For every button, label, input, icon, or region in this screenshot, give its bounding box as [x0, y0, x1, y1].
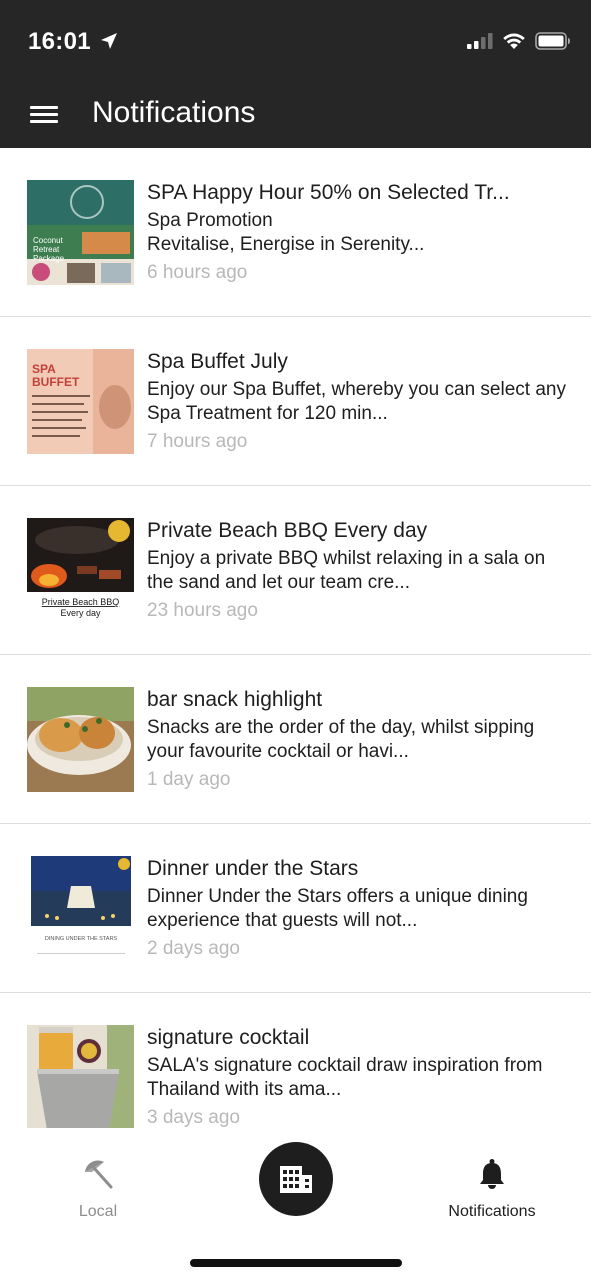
location-arrow-icon	[100, 33, 117, 49]
notification-item-spa-happy-hour[interactable]: Coconut Retreat Package SPA Happy Hour 5…	[0, 148, 591, 317]
page-title: Notifications	[92, 96, 256, 129]
notification-thumbnail: Coconut Retreat Package	[27, 180, 134, 285]
center-home-button[interactable]	[259, 1142, 333, 1216]
notification-item-spa-buffet[interactable]: SPA BUFFET Spa Buffet July Enjoy our Spa…	[0, 317, 591, 486]
notification-title: signature cocktail	[147, 1026, 310, 1049]
app-bar: Notifications	[0, 80, 591, 148]
notification-title: Spa Buffet July	[147, 350, 288, 373]
notification-time: 2 days ago	[147, 938, 240, 959]
notification-time: 23 hours ago	[147, 600, 258, 621]
wifi-icon	[503, 33, 525, 49]
notification-body: Snacks are the order of the day, whilst …	[147, 717, 535, 762]
hamburger-menu-icon[interactable]	[26, 100, 62, 130]
notification-time: 3 days ago	[147, 1107, 240, 1128]
notification-thumbnail: SPA BUFFET	[27, 349, 134, 454]
notification-body: Enjoy our Spa Buffet, whereby you can se…	[147, 379, 566, 424]
tab-local[interactable]: Local	[58, 1158, 138, 1221]
notification-thumbnail: DINING UNDER THE STARS	[27, 856, 134, 961]
status-bar: 16:01	[0, 0, 591, 80]
status-time: 16:01	[28, 28, 118, 56]
notification-title: Dinner under the Stars	[147, 857, 359, 880]
bell-icon	[480, 1159, 504, 1189]
notification-list[interactable]: Coconut Retreat Package SPA Happy Hour 5…	[0, 148, 591, 1128]
beach-umbrella-icon	[85, 1160, 113, 1189]
notification-body: Spa Promotion Revitalise, Energise in Se…	[147, 210, 425, 255]
notification-body: Dinner Under the Stars offers a unique d…	[147, 886, 528, 931]
thumbnail-caption: Package	[33, 254, 65, 263]
notification-item-signature-cocktail[interactable]: signature cocktail SALA's signature cock…	[0, 993, 591, 1128]
notification-thumbnail	[27, 687, 134, 792]
notification-thumbnail: Private Beach BBQ Every day	[27, 518, 134, 623]
status-icons	[467, 32, 571, 50]
thumbnail-caption: SPA	[32, 362, 56, 376]
thumbnail-caption: Coconut	[33, 236, 64, 245]
notification-item-private-beach-bbq[interactable]: Private Beach BBQ Every day Private Beac…	[0, 486, 591, 655]
notification-title: bar snack highlight	[147, 688, 323, 711]
tab-notifications[interactable]: Notifications	[432, 1158, 552, 1221]
bottom-tab-bar: Local Notifications	[0, 1128, 591, 1280]
notification-time: 1 day ago	[147, 769, 231, 790]
notification-body: Enjoy a private BBQ whilst relaxing in a…	[147, 548, 546, 593]
notification-thumbnail	[27, 1025, 134, 1128]
signal-icon	[467, 33, 493, 49]
notification-title: SPA Happy Hour 50% on Selected Tr...	[147, 181, 510, 204]
thumbnail-caption: BUFFET	[32, 375, 80, 389]
notification-body: SALA's signature cocktail draw inspirati…	[147, 1055, 543, 1100]
notification-time: 7 hours ago	[147, 431, 248, 452]
tab-notifications-label: Notifications	[448, 1203, 536, 1220]
notification-item-bar-snack[interactable]: bar snack highlight Snacks are the order…	[0, 655, 591, 824]
battery-icon	[535, 32, 570, 50]
thumbnail-caption: Private Beach BBQ	[42, 597, 120, 607]
notification-item-dinner-under-the-stars[interactable]: DINING UNDER THE STARS Dinner under the …	[0, 824, 591, 993]
notification-title: Private Beach BBQ Every day	[147, 519, 428, 542]
building-icon	[280, 1166, 312, 1193]
home-indicator	[190, 1259, 402, 1267]
thumbnail-caption: DINING UNDER THE STARS	[45, 936, 118, 942]
tab-local-label: Local	[78, 1203, 118, 1220]
notification-time: 6 hours ago	[147, 262, 248, 283]
thumbnail-caption: Retreat	[33, 245, 60, 254]
thumbnail-caption: Every day	[60, 608, 101, 618]
